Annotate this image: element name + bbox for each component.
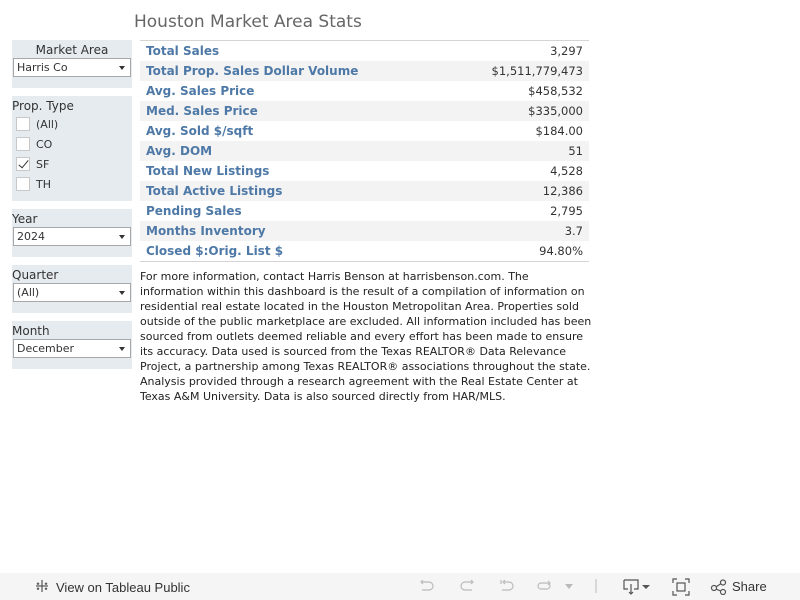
chevron-down-icon: [119, 347, 125, 351]
redo-icon[interactable]: [458, 578, 476, 594]
tableau-logo-icon: [34, 578, 50, 597]
option-label: TH: [36, 177, 51, 191]
option-label: SF: [36, 157, 50, 171]
stat-row-months-inventory: Months Inventory 3.7: [140, 221, 589, 241]
toolbar-divider: [595, 579, 597, 593]
stat-label: Pending Sales: [146, 204, 242, 218]
month-label: Month: [12, 324, 50, 338]
stat-row-avg-sales-price: Avg. Sales Price $458,532: [140, 81, 589, 101]
view-on-tableau-label: View on Tableau Public: [56, 580, 190, 595]
chevron-down-icon: [119, 235, 125, 239]
stat-label: Avg. Sold $/sqft: [146, 124, 254, 138]
month-dropdown[interactable]: December: [13, 339, 131, 358]
view-on-tableau-link[interactable]: View on Tableau Public: [34, 578, 190, 597]
download-icon[interactable]: [622, 578, 652, 596]
checkbox[interactable]: [16, 137, 30, 151]
stat-value: 3.7: [564, 224, 583, 238]
year-dropdown[interactable]: 2024: [13, 227, 131, 246]
undo-icon[interactable]: [418, 578, 436, 594]
stat-label: Total Active Listings: [146, 184, 283, 198]
stat-value: $458,532: [528, 84, 583, 98]
stat-row-new-listings: Total New Listings 4,528: [140, 161, 589, 181]
share-button[interactable]: Share: [732, 579, 767, 594]
year-label: Year: [12, 212, 38, 226]
tableau-toolbar: View on Tableau Public Share: [0, 573, 800, 600]
stat-row-dollar-volume: Total Prop. Sales Dollar Volume $1,511,7…: [140, 61, 589, 81]
market-area-dropdown[interactable]: Harris Co: [13, 58, 131, 77]
stat-value: 12,386: [542, 184, 583, 198]
refresh-icon[interactable]: [536, 578, 554, 594]
stat-label: Total Prop. Sales Dollar Volume: [146, 64, 359, 78]
stat-row-avg-sold-sqft: Avg. Sold $/sqft $184.00: [140, 121, 589, 141]
stat-label: Med. Sales Price: [146, 104, 258, 118]
checkbox-checked[interactable]: [16, 157, 30, 171]
chevron-down-icon: [119, 66, 125, 70]
stat-label: Total Sales: [146, 44, 220, 58]
description-text: For more information, contact Harris Ben…: [140, 270, 592, 403]
prop-type-option-th[interactable]: TH: [12, 174, 132, 194]
share-icon[interactable]: [710, 579, 728, 595]
stats-table: Total Sales 3,297 Total Prop. Sales Doll…: [140, 40, 589, 262]
stat-value: 51: [568, 144, 583, 158]
stat-value: $335,000: [528, 104, 583, 118]
month-value: December: [17, 342, 75, 355]
prop-type-option-sf[interactable]: SF: [12, 154, 132, 174]
stat-value: 94.80%: [539, 244, 583, 258]
stat-value: 3,297: [550, 44, 583, 58]
stat-label: Total New Listings: [146, 164, 270, 178]
year-value: 2024: [17, 230, 45, 243]
dropdown-caret-icon[interactable]: [565, 584, 573, 590]
stat-row-active-listings: Total Active Listings 12,386: [140, 181, 589, 201]
stat-label: Avg. DOM: [146, 144, 213, 158]
prop-type-option-all[interactable]: (All): [12, 114, 132, 134]
stat-label: Closed $:Orig. List $: [146, 244, 284, 258]
stat-label: Avg. Sales Price: [146, 84, 255, 98]
market-area-label: Market Area: [35, 43, 109, 57]
quarter-dropdown[interactable]: (All): [13, 283, 131, 302]
quarter-value: (All): [17, 286, 40, 299]
stat-label: Months Inventory: [146, 224, 266, 238]
dashboard-title: Houston Market Area Stats: [134, 12, 362, 32]
checkbox[interactable]: [16, 117, 30, 131]
option-label: CO: [36, 137, 53, 151]
market-area-value: Harris Co: [17, 61, 68, 74]
stat-value: 2,795: [550, 204, 583, 218]
stat-value: $1,511,779,473: [491, 64, 583, 78]
prop-type-filter: Prop. Type (All) CO SF TH: [12, 96, 132, 201]
quarter-filter: Quarter (All): [12, 265, 132, 313]
quarter-label: Quarter: [12, 268, 59, 282]
option-label: (All): [36, 117, 59, 131]
stat-row-avg-dom: Avg. DOM 51: [140, 141, 589, 161]
stat-row-med-sales-price: Med. Sales Price $335,000: [140, 101, 589, 121]
stat-row-total-sales: Total Sales 3,297: [140, 41, 589, 61]
month-filter: Month December: [12, 321, 132, 369]
year-filter: Year 2024: [12, 209, 132, 257]
stat-value: $184.00: [535, 124, 583, 138]
stat-value: 4,528: [550, 164, 583, 178]
fullscreen-icon[interactable]: [672, 578, 690, 596]
revert-icon[interactable]: [498, 578, 516, 594]
prop-type-option-co[interactable]: CO: [12, 134, 132, 154]
chevron-down-icon: [119, 291, 125, 295]
prop-type-label: Prop. Type: [12, 99, 74, 113]
checkbox[interactable]: [16, 177, 30, 191]
market-area-filter: Market Area Harris Co: [12, 40, 132, 88]
stat-row-pending-sales: Pending Sales 2,795: [140, 201, 589, 221]
stat-row-closed-orig-list: Closed $:Orig. List $ 94.80%: [140, 241, 589, 261]
